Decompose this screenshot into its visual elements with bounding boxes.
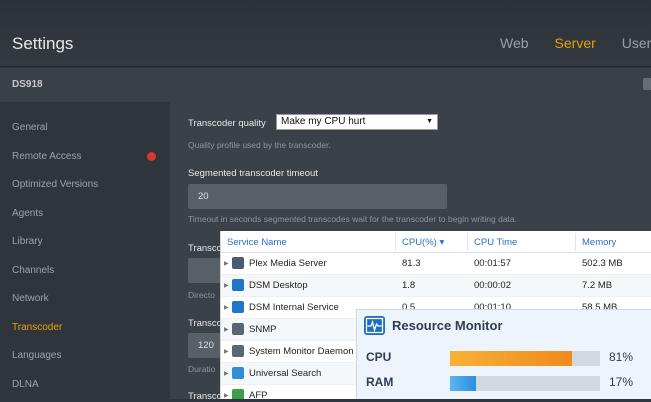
table-header: Service Name CPU(%) ▾ CPU Time Memory	[221, 231, 651, 253]
timeout-label: Segmented transcoder timeout	[188, 168, 318, 179]
cpu-time-cell: 00:00:02	[474, 280, 511, 291]
column-divider	[575, 233, 576, 251]
expand-arrow-icon[interactable]: ▶	[224, 392, 229, 399]
expand-arrow-icon[interactable]: ▶	[224, 260, 229, 267]
service-name-cell: Universal Search	[249, 368, 322, 379]
resource-monitor-title: Resource Monitor	[392, 318, 503, 333]
service-icon	[232, 257, 244, 269]
expand-arrow-icon[interactable]: ▶	[224, 348, 229, 355]
alert-icon	[147, 152, 156, 161]
sidebar-item-remote-access[interactable]: Remote Access	[12, 151, 81, 162]
service-name-cell: System Monitor Daemon	[249, 346, 354, 357]
cpu-cell: 81.3	[402, 258, 421, 269]
timeout-input[interactable]: 20	[188, 184, 447, 209]
cpu-usage-value: 81%	[609, 350, 634, 364]
column-memory[interactable]: Memory	[582, 237, 616, 248]
tab-users[interactable]: Users	[622, 35, 651, 51]
expand-arrow-icon[interactable]: ▶	[224, 326, 229, 333]
column-cpu[interactable]: CPU(%) ▾	[402, 237, 444, 248]
chevron-down-icon: ▼	[426, 118, 433, 125]
service-name-cell: AFP	[249, 390, 268, 399]
top-bar: Settings Web Server Users	[0, 0, 651, 67]
server-toggle[interactable]	[643, 78, 651, 90]
expand-arrow-icon[interactable]: ▶	[224, 304, 229, 311]
tab-web[interactable]: Web	[500, 35, 529, 51]
partial-setting-help-2: Duratio	[188, 364, 216, 374]
transcoder-quality-value: Make my CPU hurt	[281, 116, 366, 127]
partial-setting-label-3: Transco	[188, 391, 222, 402]
top-tabs: Web Server Users	[500, 35, 651, 51]
service-name-cell: Plex Media Server	[249, 258, 327, 269]
column-divider	[467, 233, 468, 251]
transcoder-quality-select[interactable]: Make my CPU hurt ▼	[276, 114, 438, 130]
timeout-help: Timeout in seconds segmented transcodes …	[188, 214, 518, 224]
cpu-usage-fill	[450, 351, 572, 366]
table-row[interactable]: ▶ DSM Desktop 1.8 00:00:02 7.2 MB	[221, 275, 651, 297]
sidebar-item-library[interactable]: Library	[12, 236, 43, 247]
ram-usage-value: 17%	[609, 375, 634, 389]
sidebar-item-general[interactable]: General	[12, 122, 48, 133]
service-icon	[232, 389, 244, 399]
page-title: Settings	[12, 34, 74, 53]
transcoder-quality-label: Transcoder quality	[188, 118, 266, 129]
server-name: DS918	[12, 79, 43, 90]
sidebar-item-agents[interactable]: Agents	[12, 208, 43, 219]
sidebar-item-transcoder[interactable]: Transcoder	[12, 322, 62, 333]
ram-usage-fill	[450, 376, 476, 391]
ram-usage-bar	[450, 376, 600, 391]
cpu-time-cell: 00:01:57	[474, 258, 511, 269]
resource-monitor-widget: Resource Monitor CPU 81% RAM 17%	[356, 309, 651, 399]
tab-server[interactable]: Server	[555, 35, 596, 51]
service-name-cell: DSM Desktop	[249, 280, 308, 291]
expand-arrow-icon[interactable]: ▶	[224, 370, 229, 377]
sidebar-item-optimized-versions[interactable]: Optimized Versions	[12, 179, 98, 190]
service-icon	[232, 323, 244, 335]
service-icon	[232, 301, 244, 313]
cpu-cell: 1.8	[402, 280, 416, 291]
cpu-label: CPU	[366, 350, 392, 364]
partial-setting-label-2: Transco	[188, 318, 222, 329]
sidebar-item-network[interactable]: Network	[12, 293, 49, 304]
sort-desc-icon: ▾	[439, 237, 445, 248]
column-service-name[interactable]: Service Name	[227, 237, 287, 248]
server-bar: DS918	[0, 68, 651, 102]
column-cpu-time[interactable]: CPU Time	[474, 237, 517, 248]
memory-cell: 7.2 MB	[582, 280, 613, 291]
service-name-cell: DSM Internal Service	[249, 302, 339, 313]
cpu-usage-bar	[450, 351, 600, 366]
table-row[interactable]: ▶ Plex Media Server 81.3 00:01:57 502.3 MB	[221, 253, 651, 275]
sidebar-item-channels[interactable]: Channels	[12, 265, 54, 276]
sidebar-item-languages[interactable]: Languages	[12, 350, 62, 361]
transcoder-quality-help: Quality profile used by the transcoder.	[188, 140, 331, 150]
partial-setting-label-1: Transco	[188, 243, 222, 254]
service-icon	[232, 345, 244, 357]
service-icon	[232, 279, 244, 291]
service-icon	[232, 367, 244, 379]
sidebar: General Remote Access Optimized Versions…	[0, 102, 170, 399]
partial-setting-help-1: Directo	[188, 290, 215, 300]
service-name-cell: SNMP	[249, 324, 277, 335]
column-divider	[395, 233, 396, 251]
expand-arrow-icon[interactable]: ▶	[224, 282, 229, 289]
memory-cell: 502.3 MB	[582, 258, 623, 269]
pulse-chart-icon	[364, 316, 385, 335]
sidebar-item-dlna[interactable]: DLNA	[12, 379, 39, 390]
ram-label: RAM	[366, 375, 394, 389]
